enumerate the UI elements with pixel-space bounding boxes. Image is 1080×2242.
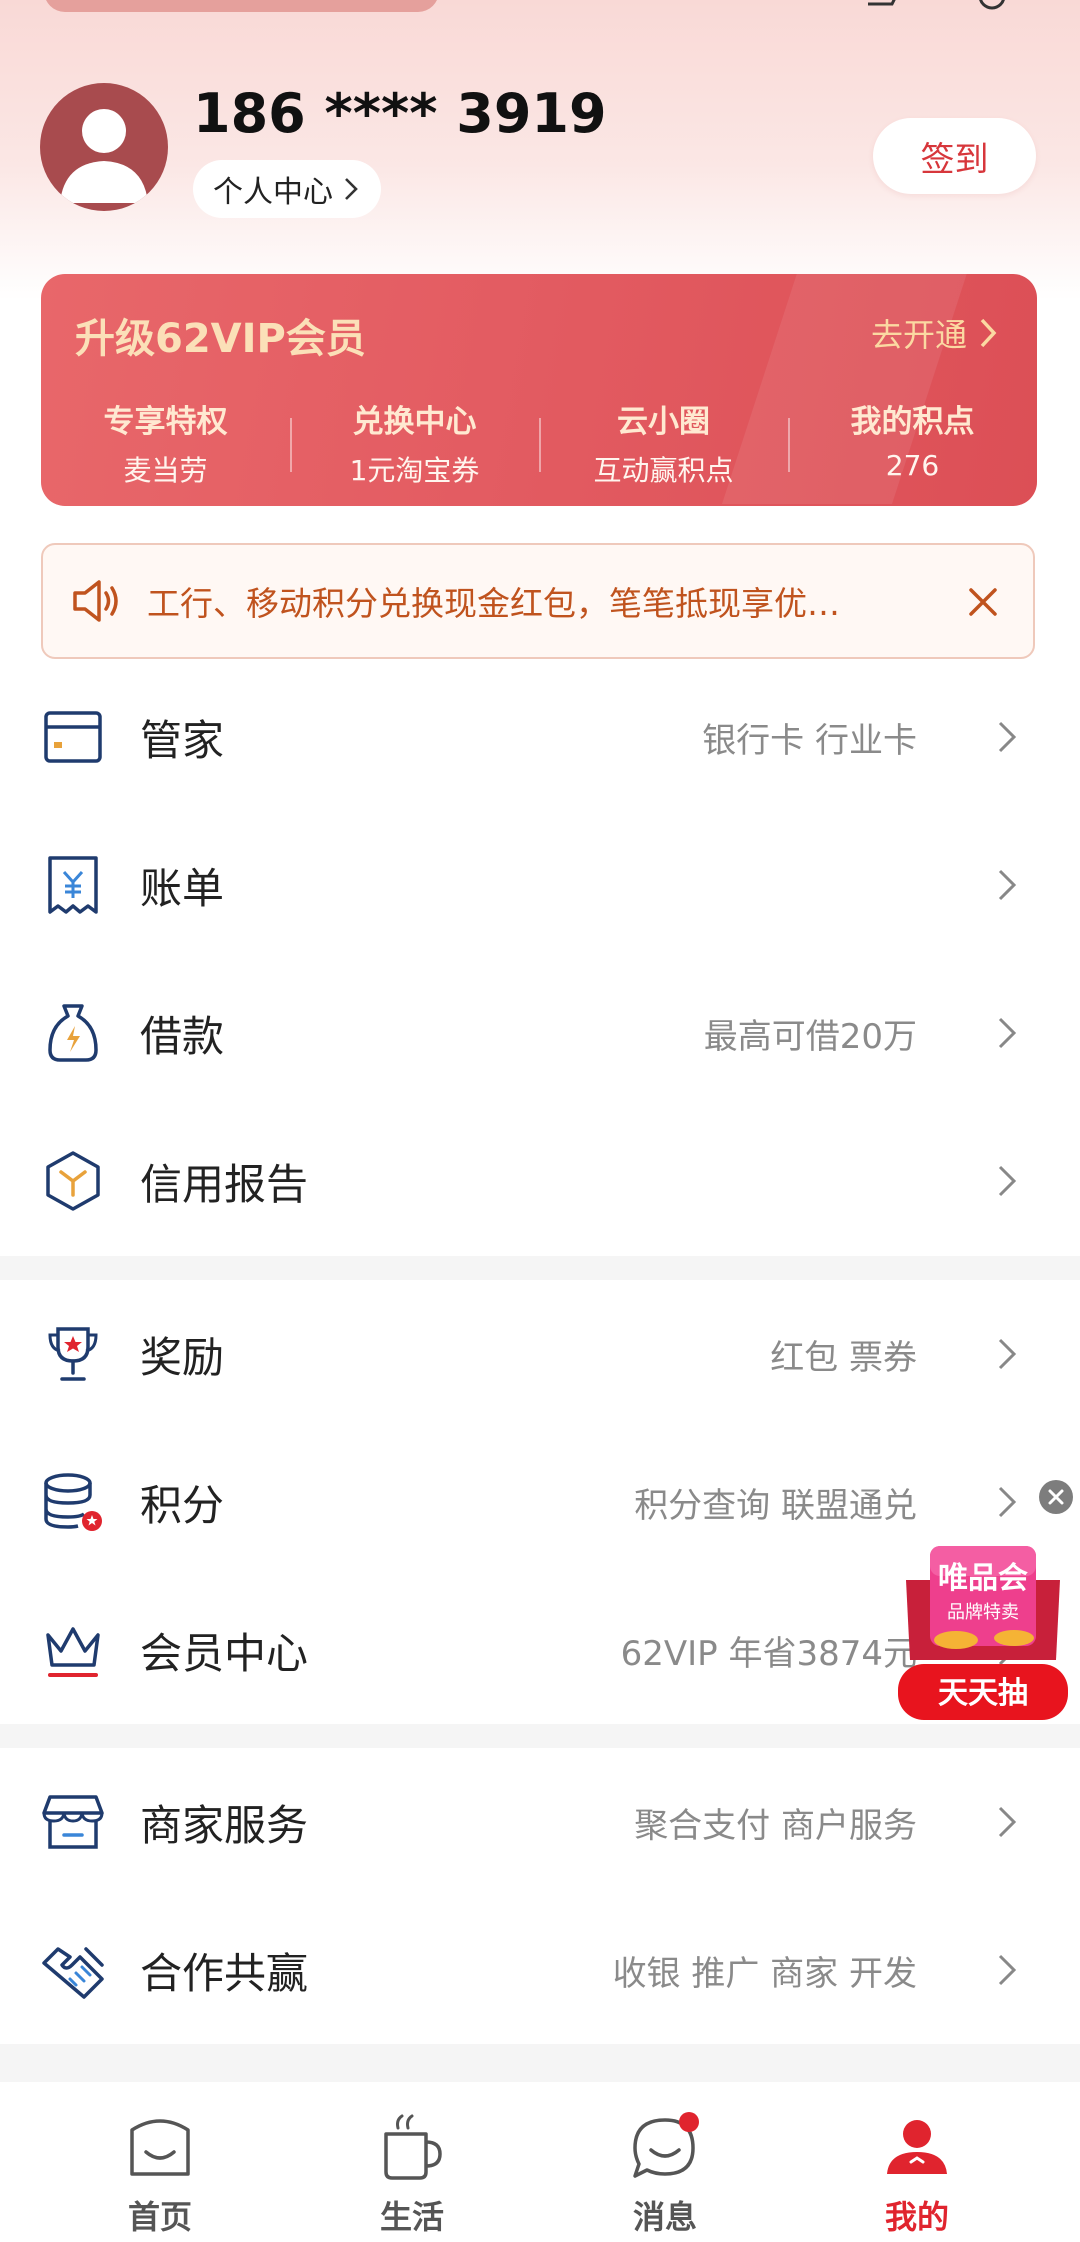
menu-label: 管家 <box>140 715 225 765</box>
vipshop-float-ad[interactable]: 唯品会 品牌特卖 天天抽 <box>896 1540 1070 1722</box>
chevron-right-icon <box>345 178 358 200</box>
handshake-icon <box>42 1947 104 1999</box>
user-icon <box>887 2120 947 2174</box>
ad-close-button[interactable] <box>1039 1480 1073 1514</box>
vip-benefit-title: 专享特权 <box>103 404 228 440</box>
user-phone: 186 **** 3919 <box>193 82 607 145</box>
menu-sub: 红包 票券 <box>770 1337 917 1378</box>
menu-label: 商家服务 <box>140 1800 309 1850</box>
menu-label: 会员中心 <box>140 1628 309 1678</box>
menu-row-merchant-services[interactable]: 商家服务 聚合支付 商户服务 <box>0 1748 1080 1896</box>
chevron-right-icon <box>998 1165 1017 1197</box>
card-icon <box>44 711 102 763</box>
menu-row-credit-report[interactable]: 信用报告 <box>0 1107 1080 1255</box>
menu-label: 合作共赢 <box>140 1948 309 1998</box>
vip-benefit-privilege[interactable]: 专享特权 麦当劳 <box>41 396 290 487</box>
menu-sub: 收银 推广 商家 开发 <box>612 1953 917 1994</box>
chevron-right-icon <box>998 1338 1017 1370</box>
scan-icon[interactable] <box>862 0 902 14</box>
section-divider <box>0 2044 1080 2082</box>
menu-label: 积分 <box>140 1480 225 1530</box>
tab-label: 生活 <box>379 2198 444 2236</box>
vip-benefit-sub: 互动赢积点 <box>593 454 734 487</box>
credit-report-icon <box>46 1151 100 1211</box>
vip-open-button[interactable]: 去开通 <box>871 310 997 356</box>
chevron-right-icon <box>998 1806 1017 1838</box>
vip-benefit-sub: 1元淘宝券 <box>349 454 480 487</box>
menu-sub: 62VIP 年省3874元 <box>620 1633 917 1674</box>
menu-sub: 银行卡 行业卡 <box>702 720 917 761</box>
vip-benefit-title: 兑换中心 <box>352 404 477 440</box>
notification-dot <box>679 2112 699 2132</box>
notice-text: 工行、移动积分兑换现金红包，笔笔抵现享优… <box>147 584 840 623</box>
settings-icon[interactable] <box>972 0 1012 14</box>
tab-messages[interactable]: 消息 <box>595 2112 735 2238</box>
cup-icon <box>384 2114 442 2180</box>
tab-label: 首页 <box>127 2198 192 2236</box>
menu-sub: 积分查询 联盟通兑 <box>634 1485 917 1526</box>
menu-sub: 聚合支付 商户服务 <box>634 1805 917 1846</box>
tab-label: 我的 <box>884 2198 949 2236</box>
speaker-icon <box>73 580 118 622</box>
personal-center-label: 个人中心 <box>213 175 333 210</box>
menu-row-partnership[interactable]: 合作共赢 收银 推广 商家 开发 <box>0 1896 1080 2044</box>
tab-life[interactable]: 生活 <box>342 2112 482 2238</box>
store-icon <box>42 1795 104 1849</box>
tab-label: 消息 <box>632 2198 697 2236</box>
vip-benefit-points[interactable]: 我的积点 276 <box>788 396 1037 486</box>
vip-benefit-exchange[interactable]: 兑换中心 1元淘宝券 <box>290 396 539 487</box>
gift-box-graphic: 唯品会 品牌特卖 天天抽 <box>898 1546 1068 1720</box>
section-divider <box>0 1256 1080 1280</box>
loan-bag-icon <box>48 1004 98 1062</box>
sign-in-button[interactable]: 签到 <box>873 118 1036 194</box>
ad-button: 天天抽 <box>938 1676 1028 1711</box>
menu-row-bill[interactable]: 账单 <box>0 811 1080 959</box>
menu-row-rewards[interactable]: 奖励 红包 票券 <box>0 1280 1080 1428</box>
chevron-right-icon <box>980 318 997 348</box>
crown-icon <box>46 1627 100 1677</box>
chevron-right-icon <box>998 1486 1017 1518</box>
vip-benefit-sub: 276 <box>885 449 940 482</box>
ad-tagline: 品牌特卖 <box>947 1602 1019 1623</box>
menu-label: 借款 <box>140 1011 225 1061</box>
chat-icon <box>633 2112 699 2178</box>
close-icon[interactable] <box>963 582 1003 622</box>
notice-bar[interactable]: 工行、移动积分兑换现金红包，笔笔抵现享优… <box>41 543 1035 659</box>
close-icon <box>1048 1489 1064 1505</box>
points-stack-icon <box>44 1473 102 1531</box>
ad-brand: 唯品会 <box>938 1561 1028 1596</box>
vip-benefits: 专享特权麦当劳 兑换中心 1元淘宝券 云小圈互动赢积点 我的积点 276 <box>41 396 1037 487</box>
menu-label: 账单 <box>140 863 225 913</box>
menu-label: 奖励 <box>140 1332 225 1382</box>
vip-benefit-sub: 麦当劳 <box>123 454 208 487</box>
tab-mine[interactable]: 我的 <box>847 2112 987 2238</box>
chevron-right-icon <box>998 1954 1017 1986</box>
avatar[interactable] <box>40 83 168 211</box>
menu-row-manager[interactable]: 管家 银行卡 行业卡 <box>0 663 1080 811</box>
menu-row-loan[interactable]: 借款 最高可借20万 <box>0 959 1080 1107</box>
top-search-bar[interactable] <box>44 0 439 12</box>
vip-benefit-title: 我的积点 <box>850 404 975 440</box>
bill-icon <box>48 856 98 914</box>
vip-banner[interactable]: 升级62VIP会员 去开通 专享特权麦当劳 兑换中心 1元淘宝券 云小圈互动赢积点… <box>41 274 1037 506</box>
chevron-right-icon <box>998 869 1017 901</box>
vip-title: 升级62VIP会员 <box>75 316 366 362</box>
chevron-right-icon <box>998 721 1017 753</box>
chevron-right-icon <box>998 1017 1017 1049</box>
vip-benefit-circle[interactable]: 云小圈 互动赢积点 <box>539 396 788 487</box>
trophy-icon <box>48 1327 98 1381</box>
menu-sub: 最高可借20万 <box>703 1016 917 1057</box>
home-icon <box>130 2119 190 2176</box>
section-divider <box>0 1724 1080 1748</box>
vip-open-label: 去开通 <box>870 316 967 354</box>
vip-benefit-title: 云小圈 <box>617 404 710 440</box>
bottom-tab-bar: 首页 生活 消息 我的 <box>0 2082 1080 2242</box>
avatar-person-icon <box>60 109 148 203</box>
tab-home[interactable]: 首页 <box>90 2112 230 2238</box>
menu-label: 信用报告 <box>140 1159 309 1209</box>
personal-center-link[interactable]: 个人中心 <box>193 160 381 218</box>
